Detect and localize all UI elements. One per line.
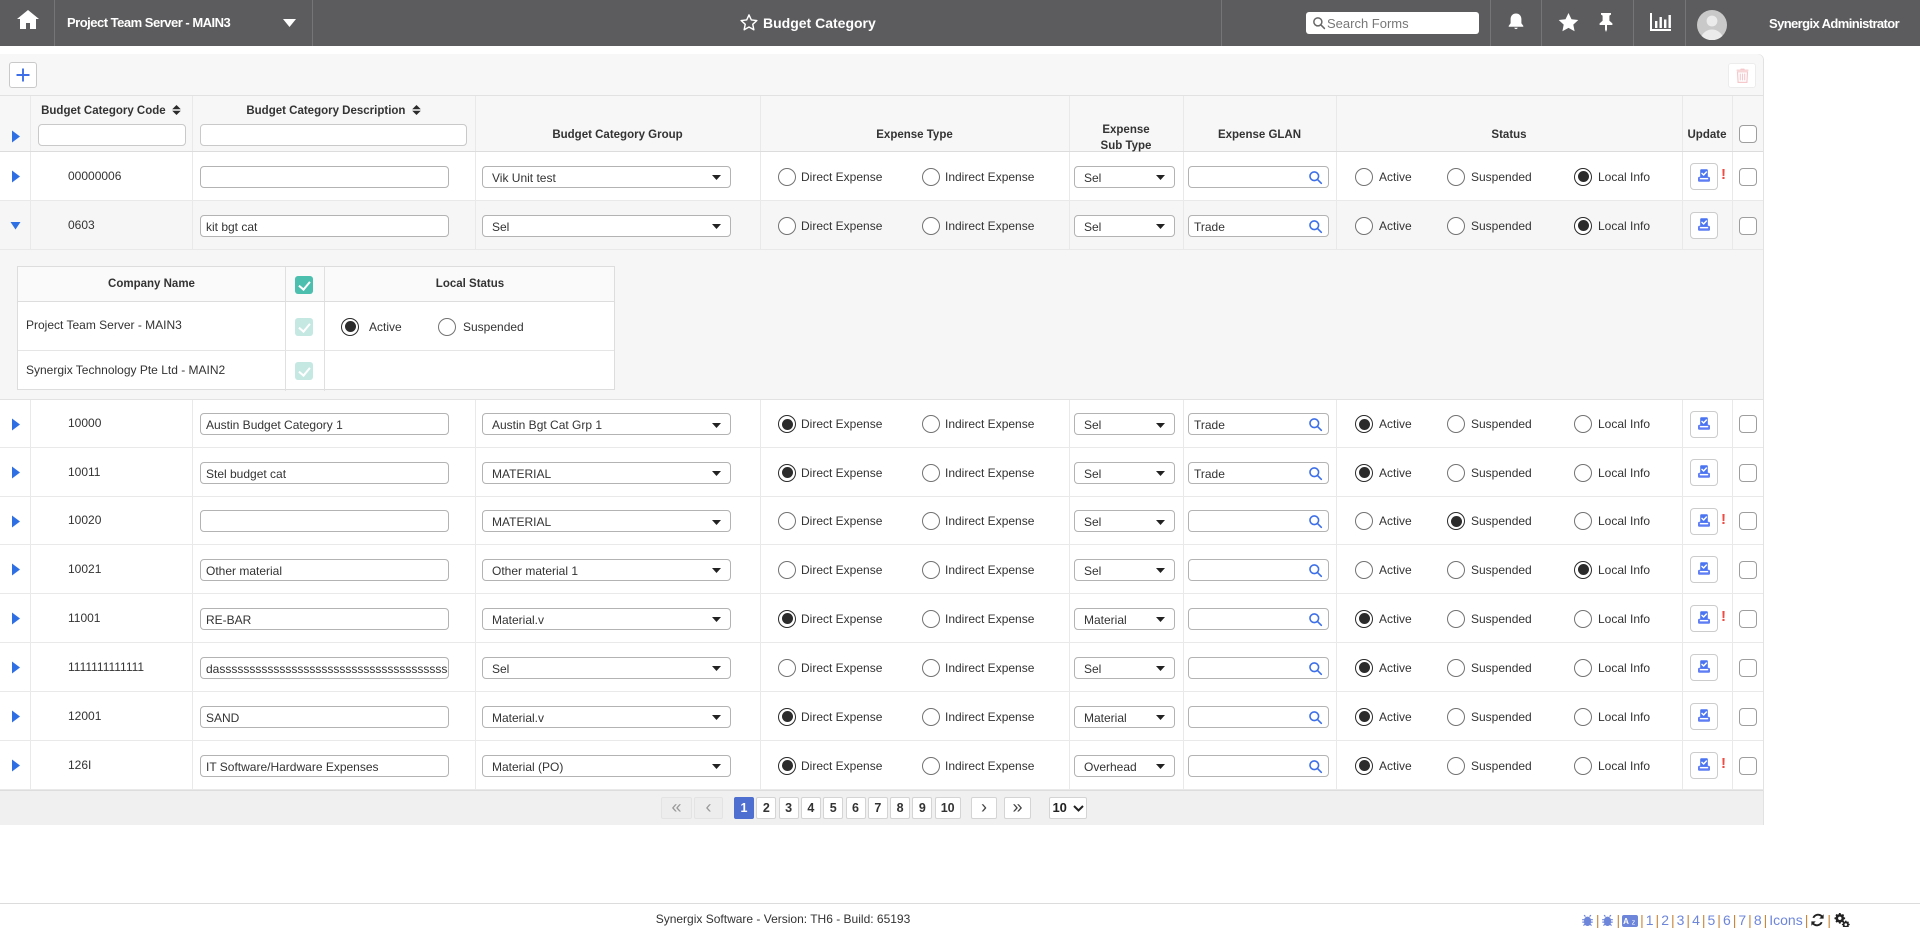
svg-text:A: A: [1623, 917, 1629, 926]
svg-text:z: z: [1632, 920, 1636, 927]
